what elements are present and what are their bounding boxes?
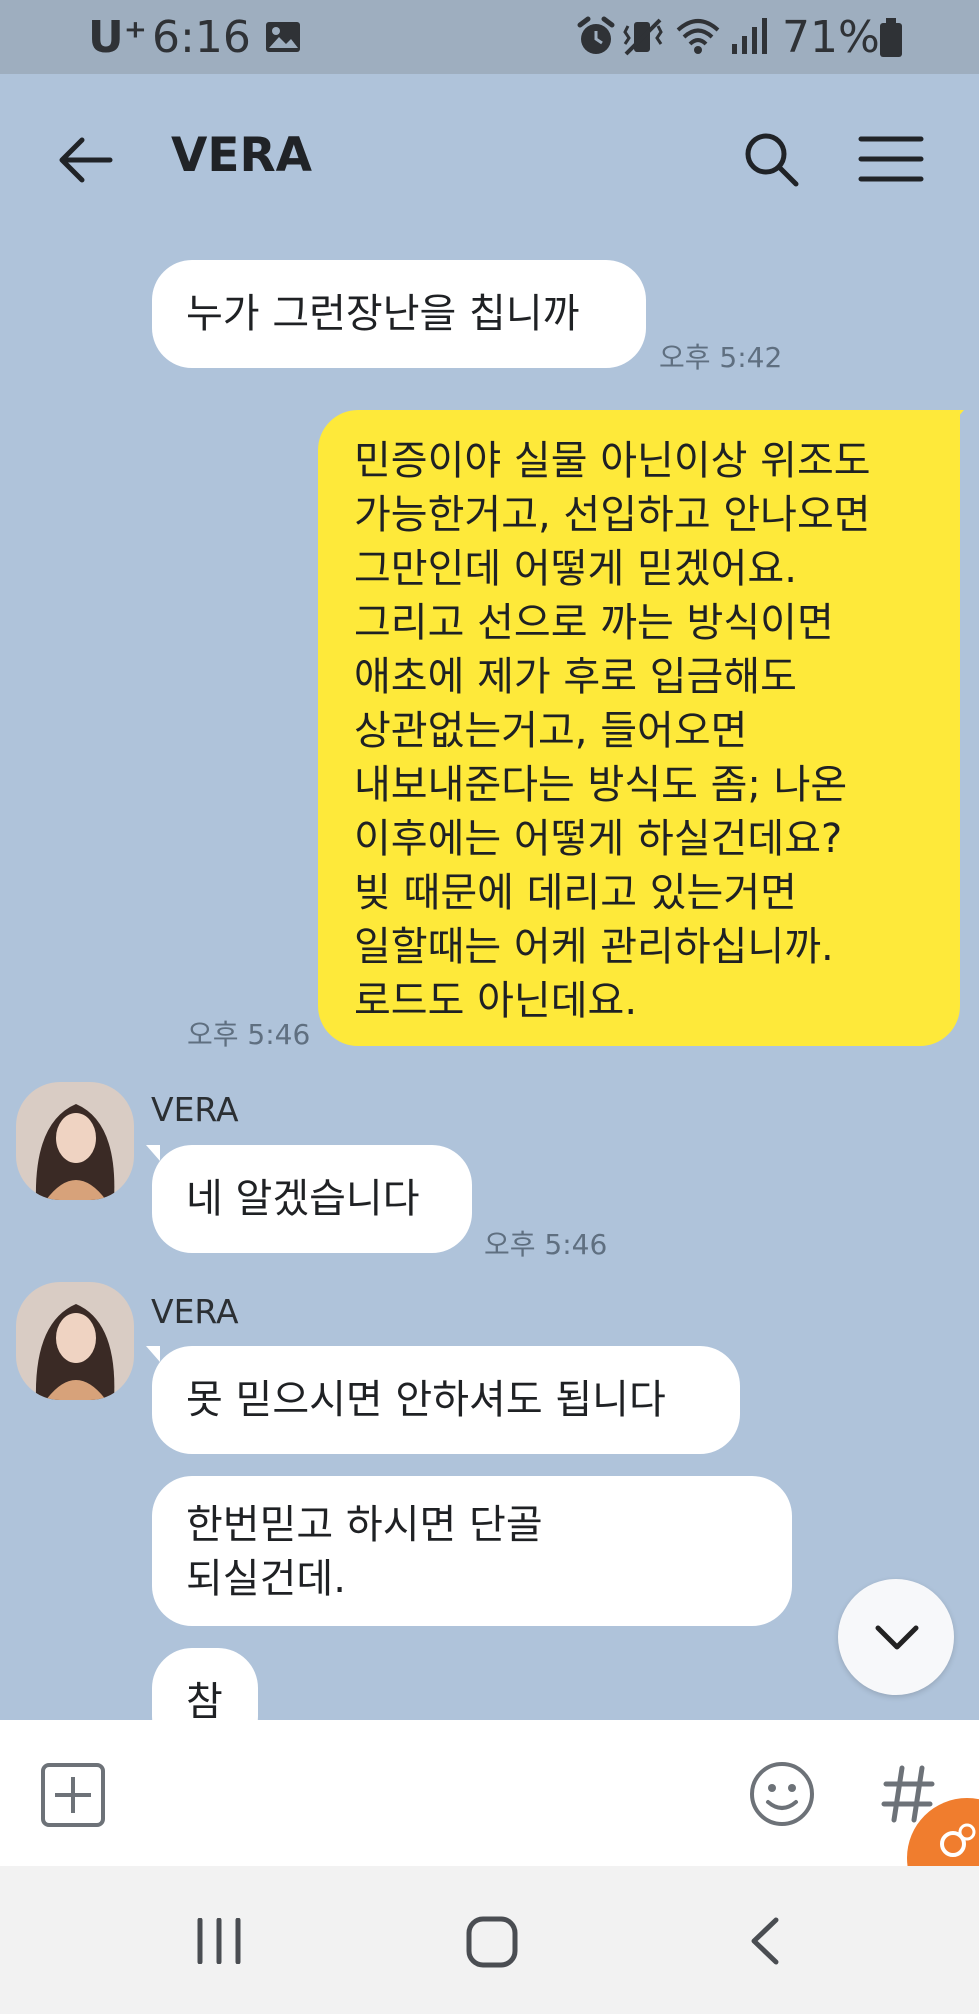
signal-icon [732, 18, 767, 54]
message-line: 그리고 선으로 까는 방식이면 [354, 600, 834, 646]
message-line: 이후에는 어떻게 하실건데요? [354, 816, 843, 862]
message-time: 오후 5:46 [484, 1228, 608, 1261]
chat-title: VERA [171, 128, 313, 183]
avatar[interactable] [16, 1082, 134, 1200]
status-bar: U⁺ 6:16 71% [0, 0, 979, 74]
system-navigation-bar [0, 1866, 979, 2014]
vibrate-icon [623, 18, 663, 56]
message-line: 가능한거고, 선입하고 안나오면 [354, 492, 871, 538]
bubble-tail [146, 1145, 160, 1161]
message-text: 네 알겠습니다 [186, 1176, 420, 1222]
recent-apps-icon[interactable] [194, 1918, 244, 1964]
message-text: 못 믿으시면 안하셔도 됩니다 [186, 1377, 666, 1423]
back-icon[interactable] [748, 1916, 782, 1966]
message-line: 빚 때문에 데리고 있는거면 [354, 870, 797, 916]
message-line: 상관없는거고, 들어오면 [354, 708, 748, 754]
message-input-bar[interactable] [0, 1720, 979, 1866]
emoji-icon[interactable] [748, 1760, 816, 1828]
message-line: 민증이야 실물 아닌이상 위조도 [354, 438, 871, 484]
battery-level: 71% [782, 12, 880, 63]
message-bubble[interactable]: 한번믿고 하시면 단골 되실건데. [152, 1476, 792, 1626]
message-line: 일할때는 어케 관리하십니까. [354, 924, 834, 970]
alarm-icon [577, 16, 615, 54]
floating-bubble-icon[interactable] [905, 1796, 979, 1866]
message-line: 되실건데. [186, 1556, 346, 1602]
image-icon [266, 22, 300, 52]
search-icon[interactable] [742, 130, 800, 188]
message-bubble[interactable]: 못 믿으시면 안하셔도 됩니다 [152, 1346, 740, 1454]
back-arrow-icon[interactable] [56, 135, 116, 185]
sender-name: VERA [151, 1292, 239, 1331]
message-line: 내보내준다는 방식도 좀; 나온 [354, 762, 848, 808]
battery-icon [880, 18, 902, 57]
sender-name: VERA [151, 1090, 239, 1129]
message-text: 민증이야 실물 아닌이상 위조도 가능한거고, 선입하고 안나오면 그만인데 어… [354, 434, 871, 1028]
clock: 6:16 [152, 12, 251, 63]
avatar[interactable] [16, 1282, 134, 1400]
bubble-tail [950, 410, 964, 426]
scroll-to-bottom-button[interactable] [838, 1579, 954, 1695]
message-time: 오후 5:46 [187, 1018, 311, 1051]
message-line: 그만인데 어떻게 믿겠어요. [354, 546, 797, 592]
wifi-icon [676, 19, 720, 54]
home-icon[interactable] [466, 1916, 518, 1968]
message-bubble[interactable]: 네 알겠습니다 [152, 1145, 472, 1253]
message-line: 로드도 아닌데요. [354, 978, 638, 1024]
add-icon[interactable] [40, 1762, 106, 1828]
bubble-tail [146, 1346, 160, 1362]
message-bubble[interactable]: 누가 그런장난을 칩니까 [152, 260, 646, 368]
menu-icon[interactable] [858, 134, 924, 184]
message-line: 한번믿고 하시면 단골 [186, 1502, 543, 1548]
message-text: 누가 그런장난을 칩니까 [186, 291, 580, 337]
my-message-bubble[interactable]: 민증이야 실물 아닌이상 위조도 가능한거고, 선입하고 안나오면 그만인데 어… [318, 410, 960, 1046]
message-time: 오후 5:42 [659, 341, 783, 374]
carrier-label: U⁺ [88, 12, 147, 63]
chevron-down-icon [875, 1625, 919, 1650]
message-line: 애초에 제가 후로 입금해도 [354, 654, 797, 700]
message-text: 한번믿고 하시면 단골 되실건데. [186, 1498, 543, 1606]
